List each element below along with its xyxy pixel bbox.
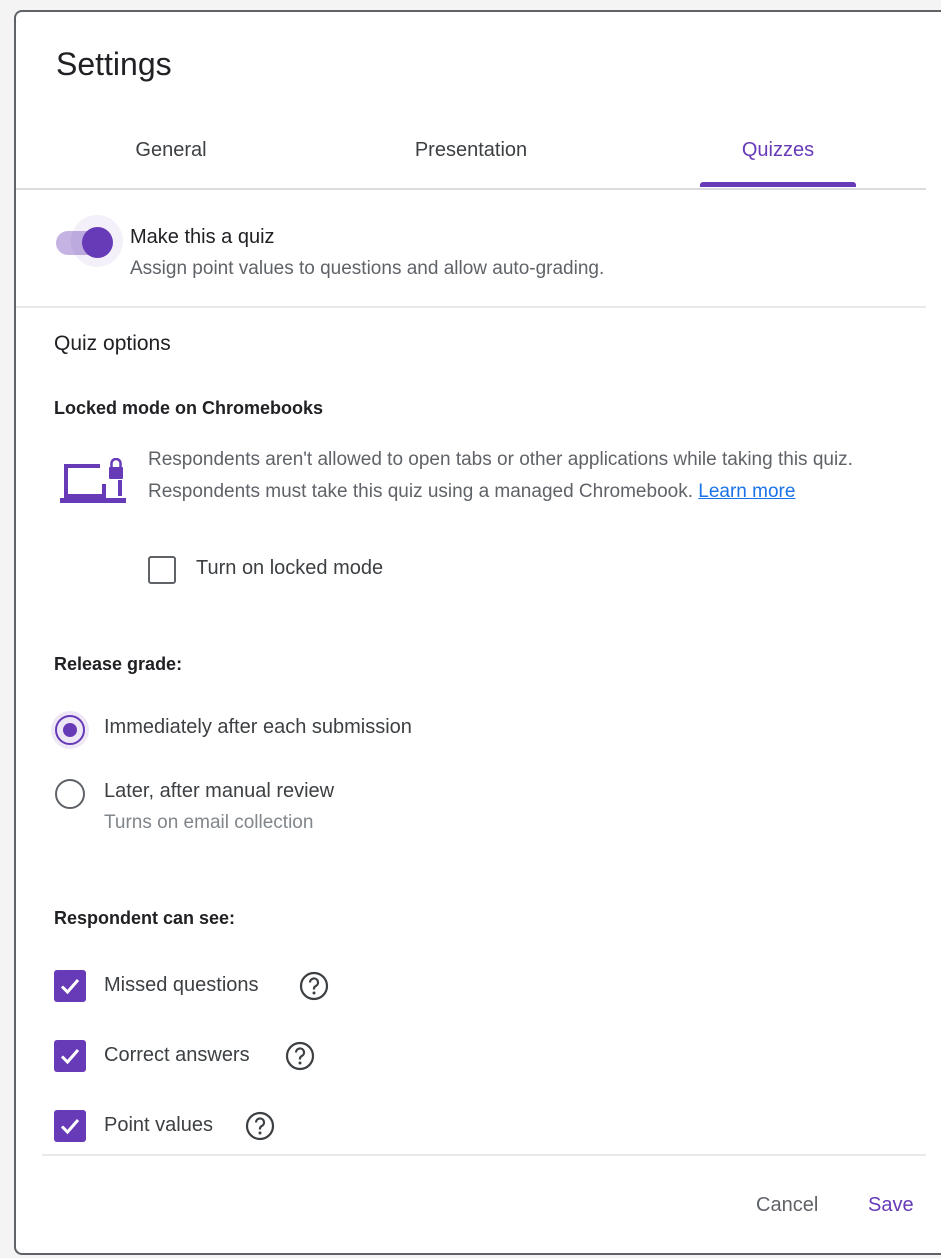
locked-mode-description: Respondents aren't allowed to open tabs … [148, 444, 868, 508]
dialog-title: Settings [56, 46, 172, 82]
check-icon [60, 1119, 80, 1135]
quiz-options-title: Quiz options [54, 332, 171, 355]
check-icon [60, 1049, 80, 1065]
locked-mode-checkbox-label: Turn on locked mode [196, 557, 384, 579]
release-immediately-radio[interactable] [55, 715, 85, 745]
save-button[interactable]: Save [868, 1194, 914, 1217]
correct-answers-label: Correct answers [104, 1044, 250, 1066]
locked-mode-heading: Locked mode on Chromebooks [54, 398, 324, 418]
release-grade-heading: Release grade: [54, 654, 183, 674]
release-later-radio[interactable] [55, 779, 85, 809]
laptop-lock-icon [60, 458, 126, 503]
tab-quizzes[interactable]: Quizzes [700, 130, 856, 188]
point-values-checkbox[interactable] [54, 1110, 86, 1142]
tab-bar: General Presentation Quizzes [16, 130, 926, 190]
learn-more-link[interactable]: Learn more [698, 481, 795, 502]
footer-divider [42, 1154, 926, 1156]
section-divider [16, 306, 926, 308]
radio-dot [63, 723, 77, 737]
release-later-label: Later, after manual review [104, 780, 335, 802]
tab-general[interactable]: General [76, 130, 266, 188]
release-immediately-label: Immediately after each submission [104, 716, 412, 738]
active-tab-indicator [700, 182, 856, 187]
correct-answers-checkbox[interactable] [54, 1040, 86, 1072]
help-icon[interactable] [284, 1040, 316, 1072]
missed-questions-label: Missed questions [104, 974, 259, 996]
respondent-can-see-heading: Respondent can see: [54, 908, 236, 928]
point-values-label: Point values [104, 1114, 213, 1136]
settings-dialog: Settings General Presentation Quizzes ▲ … [14, 10, 941, 1255]
missed-questions-checkbox[interactable] [54, 970, 86, 1002]
toggle-thumb [82, 227, 113, 258]
cancel-button[interactable]: Cancel [756, 1194, 818, 1217]
check-icon [60, 979, 80, 995]
help-icon[interactable] [244, 1110, 276, 1142]
release-later-sublabel: Turns on email collection [104, 812, 314, 833]
make-quiz-toggle[interactable] [54, 215, 123, 267]
locked-mode-checkbox[interactable] [148, 556, 176, 584]
make-quiz-label: Make this a quiz [130, 226, 275, 248]
make-quiz-description: Assign point values to questions and all… [130, 258, 605, 279]
tab-presentation[interactable]: Presentation [366, 130, 576, 188]
help-icon[interactable] [298, 970, 330, 1002]
